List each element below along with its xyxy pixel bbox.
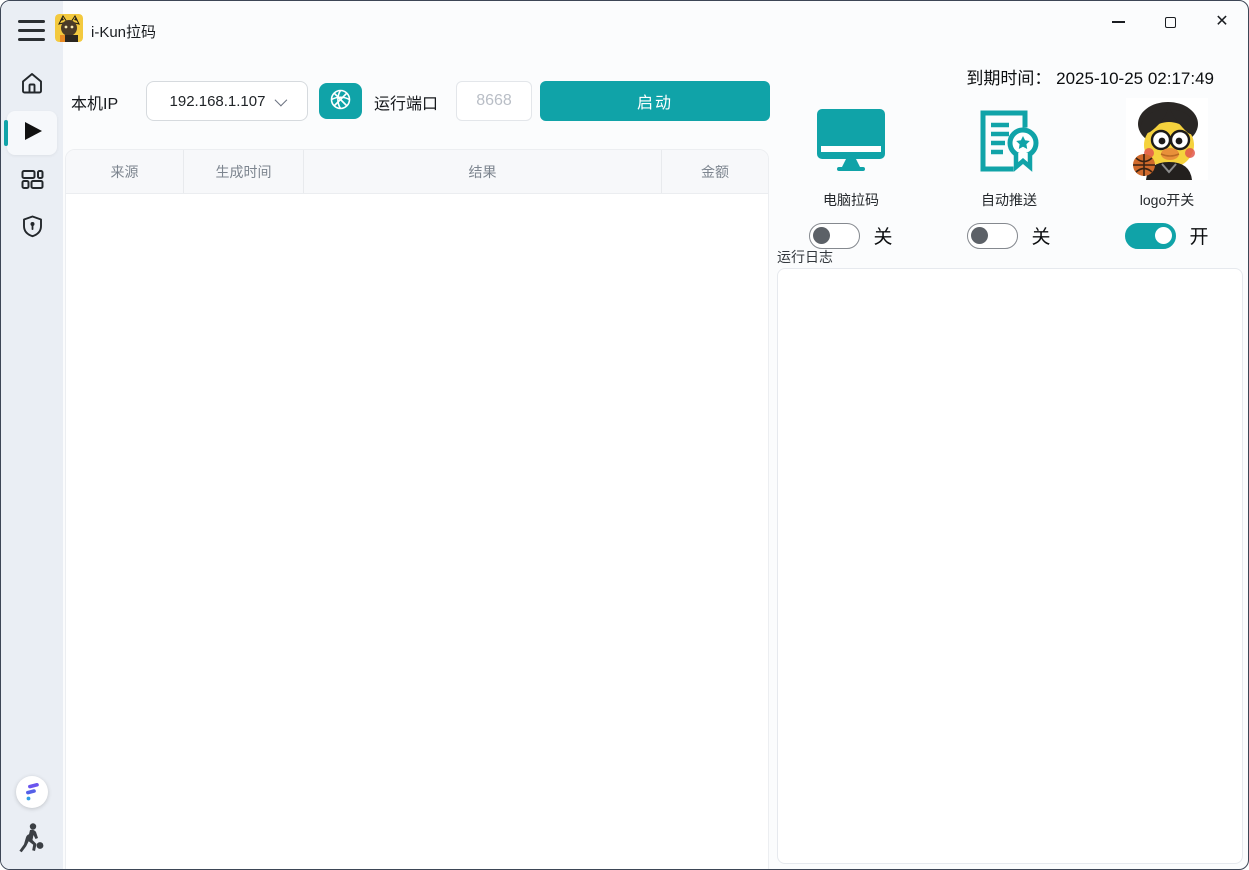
ip-select-value: 192.168.1.107 [170,93,266,110]
auto-push-state: 关 [1031,222,1050,249]
sidebar [1,1,63,869]
sidebar-item-security[interactable] [7,207,57,251]
active-indicator [4,120,8,146]
shield-icon [20,214,45,244]
grid-icon [19,166,45,197]
run-log-output[interactable] [777,268,1243,864]
table-header-result: 结果 [304,150,662,193]
brand-logo-icon[interactable] [16,776,48,808]
chevron-down-icon [275,93,288,106]
feature-logo-switch: logo开关 开 [1092,96,1242,249]
run-port-label: 运行端口 [374,90,438,114]
feature-label: logo开关 [1140,190,1194,210]
close-button[interactable]: ✕ [1196,1,1248,43]
expiry-value: 2025-10-25 02:17:49 [1056,69,1214,88]
auto-push-toggle[interactable] [967,223,1018,249]
minimize-button[interactable] [1092,1,1144,43]
play-icon [19,118,45,149]
app-window: i-Kun拉码 ✕ 本机IP 192.168.1.107 运行端 [0,0,1249,870]
logo-switch-state: 开 [1189,222,1208,249]
monitor-icon [813,96,889,182]
local-ip-label: 本机IP [71,90,118,114]
feature-auto-push: 自动推送 关 [934,96,1084,249]
pc-pull-toggle[interactable] [809,223,860,249]
table-header-amount: 金额 [662,150,768,193]
maximize-button[interactable] [1144,1,1196,43]
feature-toggles: 电脑拉码 关 自动推送 关 [776,96,1242,249]
feature-label: 电脑拉码 [823,190,879,210]
run-log-label: 运行日志 [777,247,833,267]
table-body-empty [66,194,768,870]
feature-pc-pull: 电脑拉码 关 [776,96,926,249]
titlebar: i-Kun拉码 ✕ [1,1,1248,56]
kun-avatar-image [1126,98,1208,180]
pc-pull-state: 关 [873,222,892,249]
port-input[interactable] [456,81,532,121]
app-logo-icon [55,14,83,42]
basketball-button[interactable] [319,83,362,119]
sidebar-item-home[interactable] [7,63,57,107]
expiry-label: 到期时间： [966,69,1051,88]
logo-switch-toggle[interactable] [1125,223,1176,249]
expiry-time: 到期时间： 2025-10-25 02:17:49 [966,64,1214,89]
basketball-player-icon[interactable] [17,822,47,861]
window-title: i-Kun拉码 [91,21,156,42]
sidebar-item-run[interactable] [7,111,57,155]
home-icon [19,70,45,101]
feature-label: 自动推送 [981,190,1037,210]
start-button[interactable]: 启动 [540,81,770,121]
sidebar-item-apps[interactable] [7,159,57,203]
ip-select[interactable]: 192.168.1.107 [146,81,308,121]
results-table: 来源 生成时间 结果 金额 [65,149,769,870]
table-header-source: 来源 [66,150,184,193]
certificate-icon [976,96,1042,182]
table-header-row: 来源 生成时间 结果 金额 [66,150,768,194]
table-header-time: 生成时间 [184,150,304,193]
basketball-icon [329,88,352,114]
